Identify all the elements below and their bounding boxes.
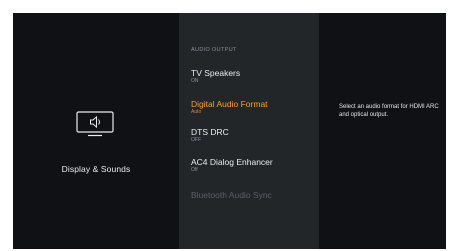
menu-item-tv-speakers[interactable]: TV Speakers ON: [191, 68, 315, 85]
menu-item-digital-audio-format[interactable]: Digital Audio Format Auto: [191, 99, 315, 116]
menu-item-title: Bluetooth Audio Sync: [191, 190, 272, 200]
menu-item-value: OFF: [191, 137, 201, 143]
category-pane: Display & Sounds: [13, 13, 179, 249]
menu-item-title: Digital Audio Format: [191, 99, 268, 109]
tv-speaker-icon: [76, 111, 114, 137]
menu-item-title: TV Speakers: [191, 68, 241, 78]
tv-settings-screen: Display & Sounds AUDIO OUTPUT TV Speaker…: [13, 13, 446, 249]
setting-description: Select an audio format for HDMI ARC and …: [339, 104, 439, 118]
section-header: AUDIO OUTPUT: [191, 47, 237, 53]
menu-item-bluetooth-audio-sync[interactable]: Bluetooth Audio Sync: [191, 190, 315, 200]
menu-item-value: ON: [191, 78, 199, 84]
menu-item-title: AC4 Dialog Enhancer: [191, 157, 273, 167]
menu-item-value: Auto: [191, 109, 202, 115]
category-label: Display & Sounds: [61, 164, 131, 174]
audio-settings-menu: AUDIO OUTPUT TV Speakers ON Digital Audi…: [179, 13, 319, 249]
menu-item-ac4-dialog-enhancer[interactable]: AC4 Dialog Enhancer Off: [191, 157, 315, 174]
menu-item-value: Off: [191, 167, 198, 173]
menu-item-dts-drc[interactable]: DTS DRC OFF: [191, 127, 315, 144]
description-pane: Select an audio format for HDMI ARC and …: [319, 13, 446, 249]
menu-item-title: DTS DRC: [191, 127, 229, 137]
